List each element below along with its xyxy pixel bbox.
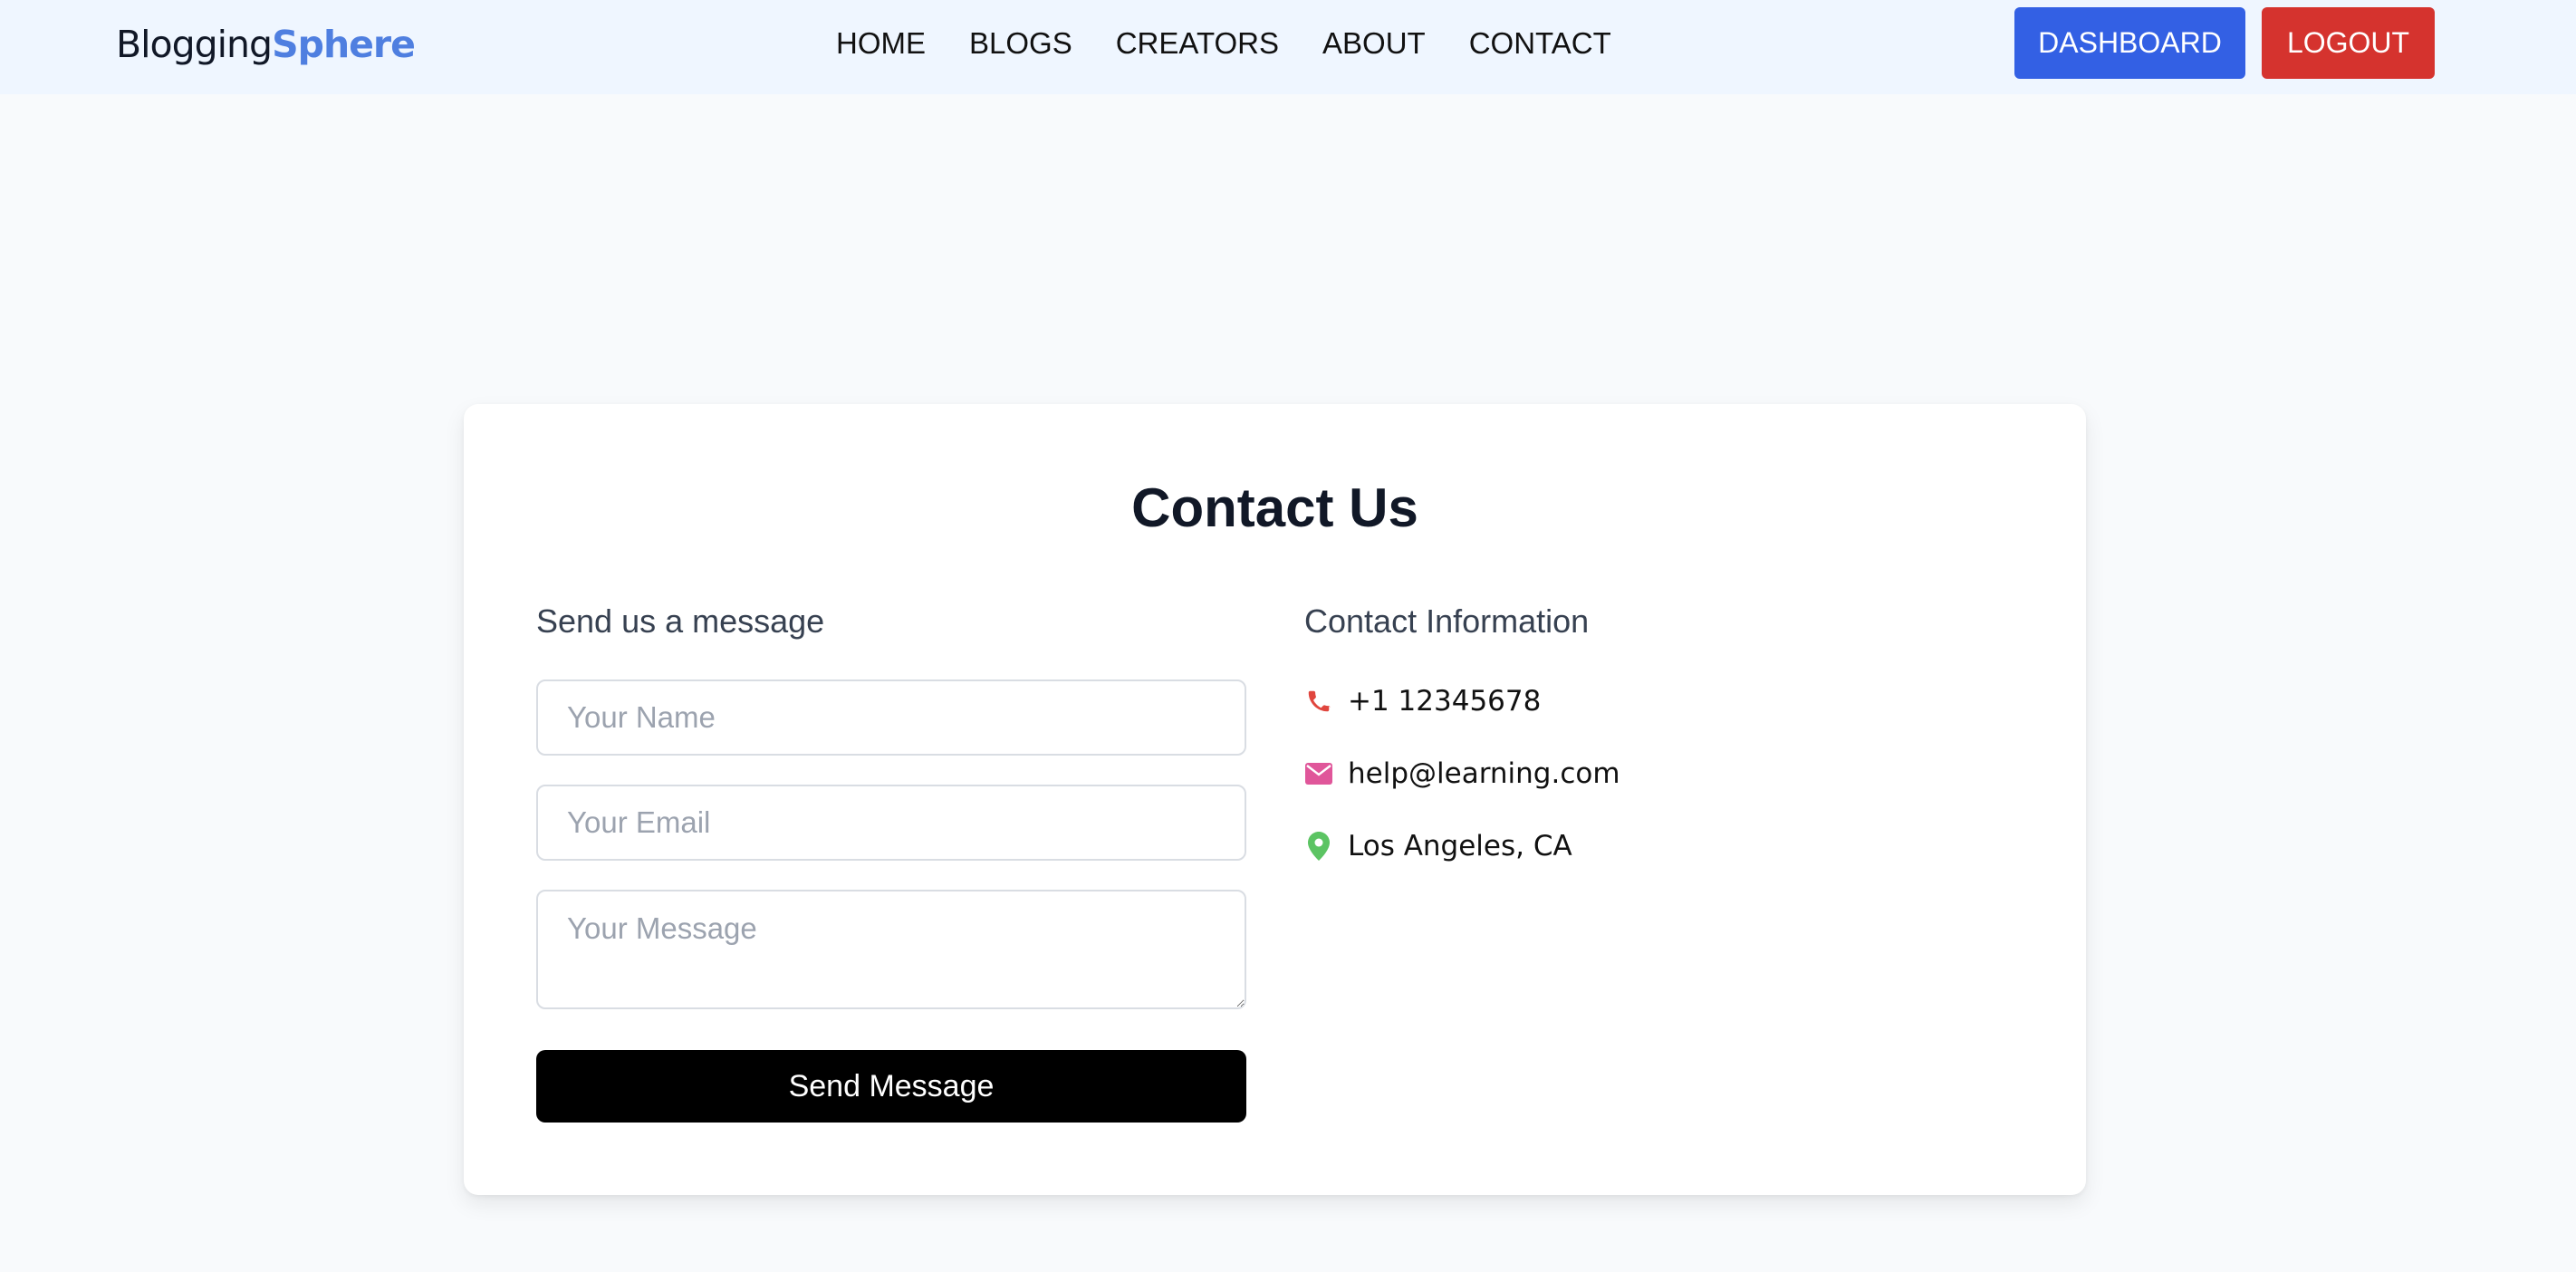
phone-icon — [1304, 687, 1333, 716]
contact-email: help@learning.com — [1304, 756, 1620, 792]
info-heading: Contact Information — [1304, 602, 1590, 640]
nav-about[interactable]: ABOUT — [1322, 24, 1426, 63]
page-title: Contact Us — [1131, 477, 1418, 538]
brand-name-part2: Sphere — [272, 23, 416, 66]
location-text: Los Angeles, CA — [1348, 830, 1572, 862]
nav-contact[interactable]: CONTACT — [1469, 24, 1611, 63]
brand-logo[interactable]: BloggingSphere — [116, 20, 416, 69]
contact-location: Los Angeles, CA — [1304, 828, 1572, 864]
nav-blogs[interactable]: BLOGS — [969, 24, 1072, 63]
nav-links: HOME BLOGS CREATORS ABOUT CONTACT — [836, 24, 1611, 63]
send-message-button[interactable]: Send Message — [536, 1050, 1246, 1123]
form-heading: Send us a message — [536, 602, 825, 640]
logout-button[interactable]: LOGOUT — [2262, 7, 2435, 79]
brand-name-part1: Blogging — [116, 23, 273, 66]
dashboard-button[interactable]: DASHBOARD — [2014, 7, 2245, 79]
email-input[interactable] — [536, 785, 1246, 861]
navbar: BloggingSphere HOME BLOGS CREATORS ABOUT… — [0, 0, 2576, 94]
message-textarea[interactable] — [536, 890, 1246, 1009]
email-text: help@learning.com — [1348, 757, 1620, 790]
nav-home[interactable]: HOME — [836, 24, 926, 63]
contact-card: Contact Us Send us a message Send Messag… — [464, 404, 2086, 1195]
contact-phone: +1 12345678 — [1304, 683, 1541, 719]
envelope-icon — [1304, 759, 1333, 788]
name-input[interactable] — [536, 679, 1246, 756]
phone-text: +1 12345678 — [1348, 685, 1542, 718]
nav-creators[interactable]: CREATORS — [1116, 24, 1279, 63]
map-pin-icon — [1304, 832, 1333, 861]
